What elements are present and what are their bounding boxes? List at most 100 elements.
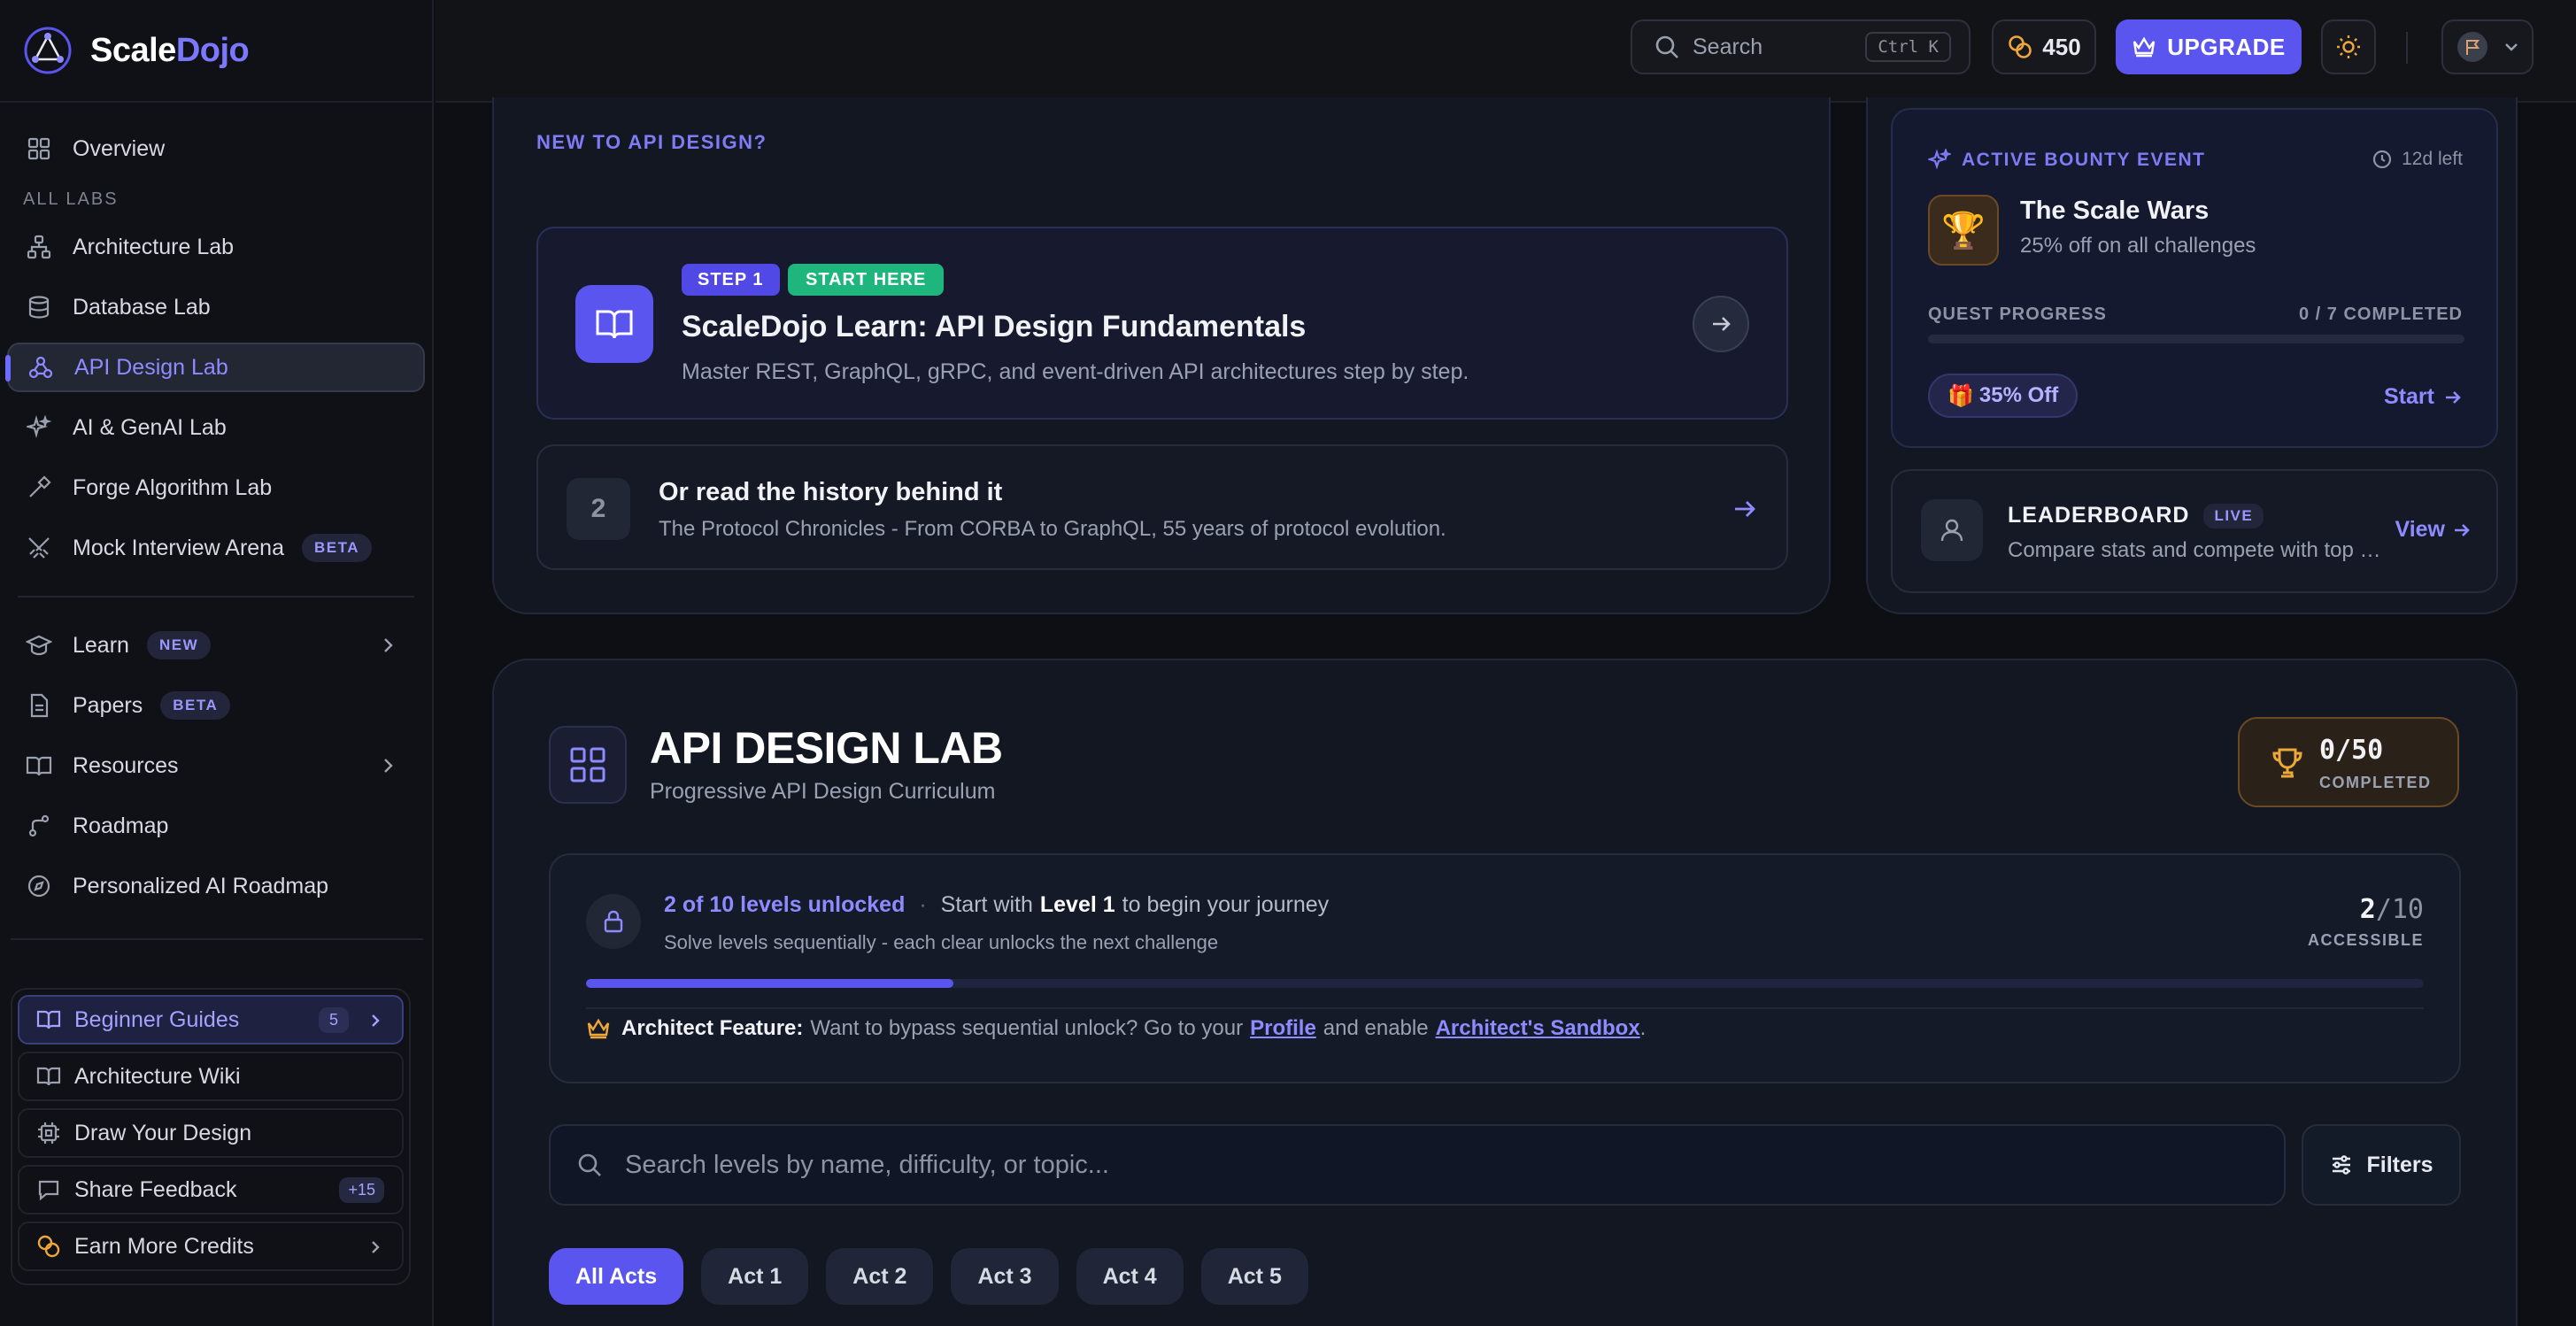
search-icon xyxy=(1655,35,1678,58)
tool-label: Draw Your Design xyxy=(74,1120,252,1145)
new-badge: NEW xyxy=(146,631,212,659)
chevron-down-icon xyxy=(2505,43,2518,51)
sidebar-item-architecture-lab[interactable]: Architecture Lab xyxy=(7,222,425,272)
bounty-start-link[interactable]: Start xyxy=(2384,384,2463,410)
grid-icon xyxy=(549,726,627,804)
book-icon xyxy=(35,1063,62,1090)
bounty-title: The Scale Wars xyxy=(2020,197,2210,225)
sidebar-item-label: Learn xyxy=(73,632,129,658)
sparkles-icon xyxy=(1928,149,1951,170)
grid-icon xyxy=(25,135,53,163)
history-description: The Protocol Chronicles - From CORBA to … xyxy=(659,517,1446,541)
intro-card: NEW TO API DESIGN? STEP 1 START HERE Sca… xyxy=(492,97,1831,614)
leaderboard-title-label: LEADERBOARD xyxy=(2008,503,2190,528)
brand-name: ScaleDojo xyxy=(90,31,250,70)
architect-feature-note: Architect Feature: Want to bypass sequen… xyxy=(586,1016,1646,1041)
sidebar-item-learn[interactable]: Learn NEW xyxy=(7,621,425,670)
tab-act-2[interactable]: Act 2 xyxy=(826,1248,934,1305)
step-pill: STEP 1 xyxy=(682,264,780,296)
sidebar-item-database-lab[interactable]: Database Lab xyxy=(7,282,425,332)
filters-label: Filters xyxy=(2366,1152,2433,1177)
sidebar-item-roadmap[interactable]: Roadmap xyxy=(7,801,425,851)
sidebar-item-label: Architecture Lab xyxy=(73,234,235,259)
section-label-all-labs: ALL LABS xyxy=(23,189,119,209)
offer-label: 35% Off xyxy=(1978,383,2059,407)
logo-icon xyxy=(24,27,72,74)
sidebar-item-label: Roadmap xyxy=(73,813,169,838)
tab-act-3[interactable]: Act 3 xyxy=(951,1248,1059,1305)
theme-toggle[interactable] xyxy=(2321,19,2376,74)
level-progress-fill xyxy=(586,979,954,988)
tool-beginner-guides[interactable]: Beginner Guides 5 xyxy=(18,995,404,1045)
message-icon xyxy=(35,1176,62,1203)
tool-earn-more-credits[interactable]: Earn More Credits xyxy=(18,1222,404,1271)
sidebar-item-label: Personalized AI Roadmap xyxy=(73,873,329,898)
sidebar-item-label: API Design Lab xyxy=(74,354,228,380)
sidebar-item-forge-algorithm-lab[interactable]: Forge Algorithm Lab xyxy=(7,463,425,513)
leaderboard-card[interactable]: LEADERBOARD LIVE Compare stats and compe… xyxy=(1891,469,2498,593)
brand[interactable]: ScaleDojo xyxy=(0,0,432,103)
swords-icon xyxy=(25,534,53,562)
offer-badge[interactable]: 🎁 35% Off xyxy=(1928,374,2079,418)
unlock-pre: Start with xyxy=(940,892,1033,917)
unlock-status: 2 of 10 levels unlocked · Start with Lev… xyxy=(664,892,1329,918)
upgrade-button[interactable]: UPGRADE xyxy=(2116,19,2302,74)
sidebar-item-label: AI & GenAI Lab xyxy=(73,414,227,440)
sidebar-item-resources[interactable]: Resources xyxy=(7,741,425,790)
sidebar-divider xyxy=(11,938,423,940)
lab-subtitle: Progressive API Design Curriculum xyxy=(650,779,996,804)
architects-sandbox-link[interactable]: Architect's Sandbox xyxy=(1436,1016,1640,1041)
trophy-icon: 🏆 xyxy=(1928,195,1999,266)
global-search[interactable]: Search Ctrl K xyxy=(1631,19,1971,74)
profile-link[interactable]: Profile xyxy=(1250,1016,1316,1041)
architect-feature-mid: and enable xyxy=(1323,1016,1429,1040)
sidebar-item-mock-interview-arena[interactable]: Mock Interview Arena BETA xyxy=(7,523,425,573)
quest-progress-label: QUEST PROGRESS xyxy=(1928,305,2107,324)
filters-button[interactable]: Filters xyxy=(2302,1124,2461,1206)
tab-act-4[interactable]: Act 4 xyxy=(1076,1248,1184,1305)
learn-step-card[interactable]: STEP 1 START HERE ScaleDojo Learn: API D… xyxy=(536,227,1788,420)
tool-label: Architecture Wiki xyxy=(74,1063,241,1089)
tool-draw-your-design[interactable]: Draw Your Design xyxy=(18,1108,404,1158)
tab-all-acts[interactable]: All Acts xyxy=(549,1248,684,1305)
brand-name-part1: Scale xyxy=(90,31,176,69)
search-icon xyxy=(578,1153,601,1176)
open-book-icon xyxy=(25,752,53,780)
sidebar-item-papers[interactable]: Papers BETA xyxy=(7,681,425,730)
level-search-input[interactable]: Search levels by name, difficulty, or to… xyxy=(549,1124,2286,1206)
credits-button[interactable]: 450 xyxy=(1992,19,2096,74)
database-icon xyxy=(25,293,53,321)
sidebar-item-ai-genai-lab[interactable]: AI & GenAI Lab xyxy=(7,403,425,452)
unlock-post: to begin your journey xyxy=(1122,892,1330,917)
profile-menu[interactable] xyxy=(2441,19,2534,74)
sidebar-item-overview[interactable]: Overview xyxy=(7,124,425,173)
history-card[interactable]: 2 Or read the history behind it The Prot… xyxy=(536,444,1788,570)
unlock-count: 2 of 10 levels unlocked xyxy=(664,892,906,917)
document-icon xyxy=(25,691,53,720)
leaderboard-description: Compare stats and compete with top engin… xyxy=(2008,538,2388,562)
architect-feature-text: Want to bypass sequential unlock? Go to … xyxy=(810,1016,1244,1040)
quest-progress-bar xyxy=(1928,335,2464,343)
accessible-label: ACCESSIBLE xyxy=(2307,931,2424,949)
gift-icon: 🎁 xyxy=(1947,383,1974,408)
step-arrow-button[interactable] xyxy=(1693,296,1749,352)
start-label: Start xyxy=(2384,384,2434,409)
tab-act-1[interactable]: Act 1 xyxy=(701,1248,809,1305)
tab-act-5[interactable]: Act 5 xyxy=(1200,1248,1308,1305)
crown-icon xyxy=(2133,36,2156,58)
hammer-icon xyxy=(25,474,53,502)
tool-architecture-wiki[interactable]: Architecture Wiki xyxy=(18,1052,404,1101)
history-title: Or read the history behind it xyxy=(659,478,1003,506)
sidebar-item-personalized-ai-roadmap[interactable]: Personalized AI Roadmap xyxy=(7,861,425,911)
sidebar-item-api-design-lab[interactable]: API Design Lab xyxy=(5,343,425,392)
leaderboard-view-link[interactable]: View xyxy=(2395,517,2472,543)
tool-share-feedback[interactable]: Share Feedback +15 xyxy=(18,1165,404,1214)
sidebar-item-label: Papers xyxy=(73,692,143,718)
coins-icon xyxy=(35,1233,62,1260)
bounty-time-left: 12d left xyxy=(2372,149,2463,170)
level-progress-bar xyxy=(586,979,2424,988)
unlock-progress-card: 2 of 10 levels unlocked · Start with Lev… xyxy=(549,853,2461,1083)
tool-label: Share Feedback xyxy=(74,1176,237,1202)
bounty-eyebrow: ACTIVE BOUNTY EVENT xyxy=(1928,149,2205,172)
unlock-divider xyxy=(586,1007,2424,1009)
